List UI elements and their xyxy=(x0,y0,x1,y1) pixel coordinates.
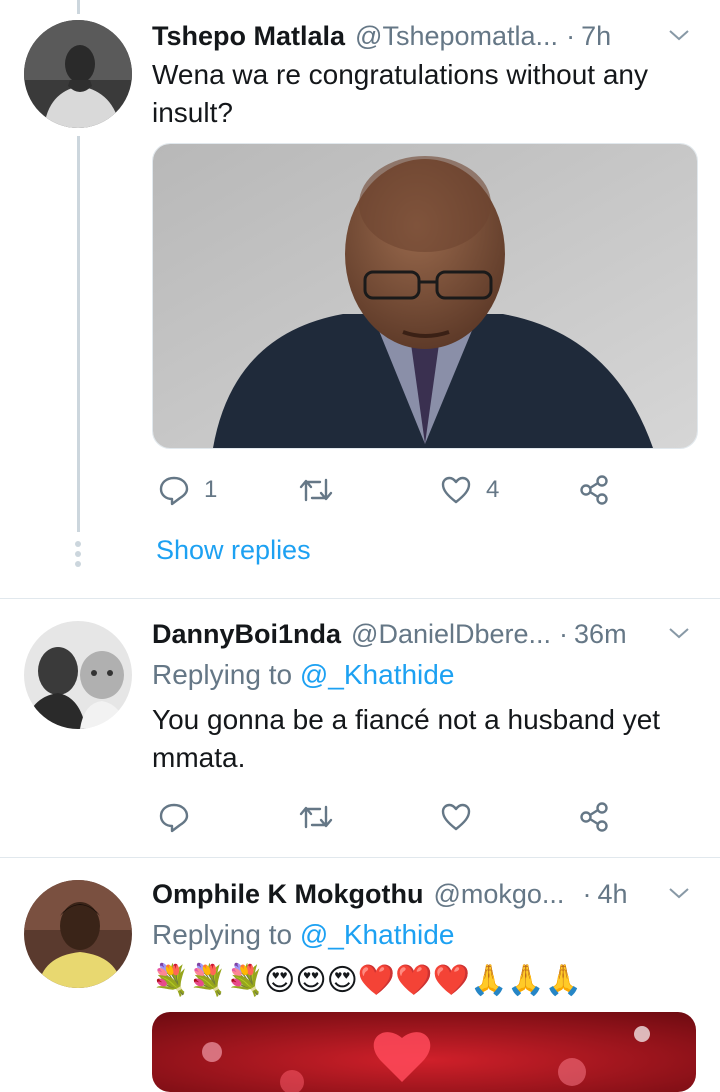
avatar[interactable] xyxy=(24,880,132,988)
mention-link[interactable]: @_Khathide xyxy=(300,659,455,690)
retweet-icon xyxy=(299,805,333,829)
display-name[interactable]: Tshepo Matlala xyxy=(152,21,345,52)
avatar-image xyxy=(24,621,132,729)
photo-image xyxy=(153,144,697,448)
photo-image xyxy=(152,1012,696,1092)
like-button[interactable] xyxy=(440,797,472,837)
chevron-down-icon[interactable] xyxy=(666,22,692,48)
reply-count: 1 xyxy=(204,476,218,503)
user-handle[interactable]: @mokgo... xyxy=(433,879,564,910)
reply-icon xyxy=(159,803,189,833)
retweet-button[interactable] xyxy=(298,797,334,837)
share-icon xyxy=(580,475,608,505)
avatar[interactable] xyxy=(24,621,132,729)
replying-to: Replying to @_Khathide xyxy=(152,919,454,951)
share-button[interactable] xyxy=(578,797,610,837)
replying-prefix: Replying to xyxy=(152,659,300,690)
separator-dot: · xyxy=(582,878,592,909)
heart-icon xyxy=(441,803,471,831)
tweet-photo[interactable] xyxy=(152,1012,696,1092)
reply-button[interactable] xyxy=(158,797,190,837)
reply-icon xyxy=(159,476,189,506)
replying-to: Replying to @_Khathide xyxy=(152,659,454,691)
separator-dot: · xyxy=(566,20,576,51)
tweet-text: 💐💐💐😍😍😍❤️❤️❤️🙏🙏🙏 xyxy=(152,963,583,998)
share-button[interactable] xyxy=(578,470,610,510)
heart-icon xyxy=(441,476,471,504)
tweet-text: You gonna be a fiancé not a husband yet … xyxy=(152,704,661,773)
tweet-dannyboi[interactable]: DannyBoi1nda @DanielDbere... · 36m Reply… xyxy=(0,599,720,857)
chevron-down-icon[interactable] xyxy=(666,620,692,646)
tweet-header: Omphile K Mokgothu @mokgo... · 4h xyxy=(152,872,702,916)
display-name[interactable]: Omphile K Mokgothu xyxy=(152,879,423,910)
reply-button[interactable]: 1 xyxy=(158,470,217,510)
tweet-header: Tshepo Matlala @Tshepomatla... · 7h xyxy=(152,14,702,58)
tweet-actions xyxy=(152,797,632,837)
avatar-image xyxy=(24,20,132,128)
retweet-button[interactable] xyxy=(298,470,334,510)
retweet-icon xyxy=(299,478,333,502)
thread-line xyxy=(77,136,80,532)
tweet-photo[interactable] xyxy=(152,143,698,449)
user-handle[interactable]: @DanielDbere... xyxy=(351,619,551,650)
tweet-omphile[interactable]: Omphile K Mokgothu @mokgo... · 4h Replyi… xyxy=(0,858,720,1092)
display-name[interactable]: DannyBoi1nda xyxy=(152,619,341,650)
show-replies-link[interactable]: Show replies xyxy=(156,535,311,566)
mention-link[interactable]: @_Khathide xyxy=(300,919,455,950)
timestamp[interactable]: 36m xyxy=(574,619,627,650)
avatar-image xyxy=(24,880,132,988)
tweet-header: DannyBoi1nda @DanielDbere... · 36m xyxy=(152,612,702,656)
timestamp[interactable]: 7h xyxy=(581,21,611,52)
thread-line xyxy=(77,0,80,14)
chevron-down-icon[interactable] xyxy=(666,880,692,906)
avatar[interactable] xyxy=(24,20,132,128)
like-button[interactable]: 4 xyxy=(440,470,499,510)
tweet-text: Wena wa re congratulations without any i… xyxy=(152,59,648,128)
separator-dot: · xyxy=(559,618,569,649)
timestamp[interactable]: 4h xyxy=(597,879,627,910)
like-count: 4 xyxy=(486,476,500,503)
tweet-tshepo[interactable]: Tshepo Matlala @Tshepomatla... · 7h Wena… xyxy=(0,0,720,598)
share-icon xyxy=(580,802,608,832)
replying-prefix: Replying to xyxy=(152,919,300,950)
user-handle[interactable]: @Tshepomatla... xyxy=(355,21,558,52)
tweet-actions: 1 4 xyxy=(152,470,632,510)
